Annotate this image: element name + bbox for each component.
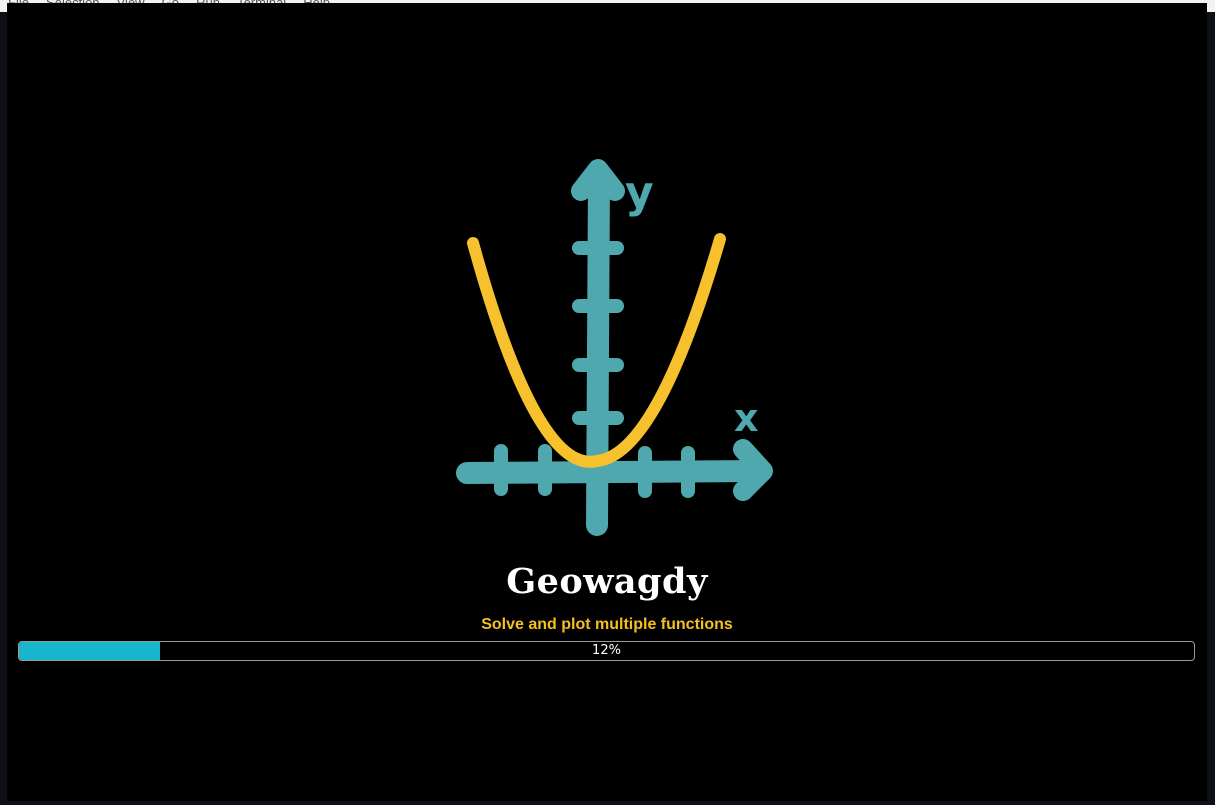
splash-screen: y x Geowagdy Solve and plot multiple fun…: [7, 3, 1207, 801]
y-axis-label: y: [625, 167, 654, 218]
app-tagline: Solve and plot multiple functions: [481, 616, 733, 633]
graph-logo-icon: y x: [456, 159, 773, 536]
progress-label: 12%: [592, 643, 621, 658]
app-window: File Selection View Go Run Terminal Help: [0, 0, 1215, 805]
loading-progress-bar: 12%: [18, 641, 1195, 661]
app-title: Geowagdy: [506, 561, 708, 602]
x-axis-line: [456, 460, 770, 484]
x-axis-label: x: [734, 396, 759, 440]
